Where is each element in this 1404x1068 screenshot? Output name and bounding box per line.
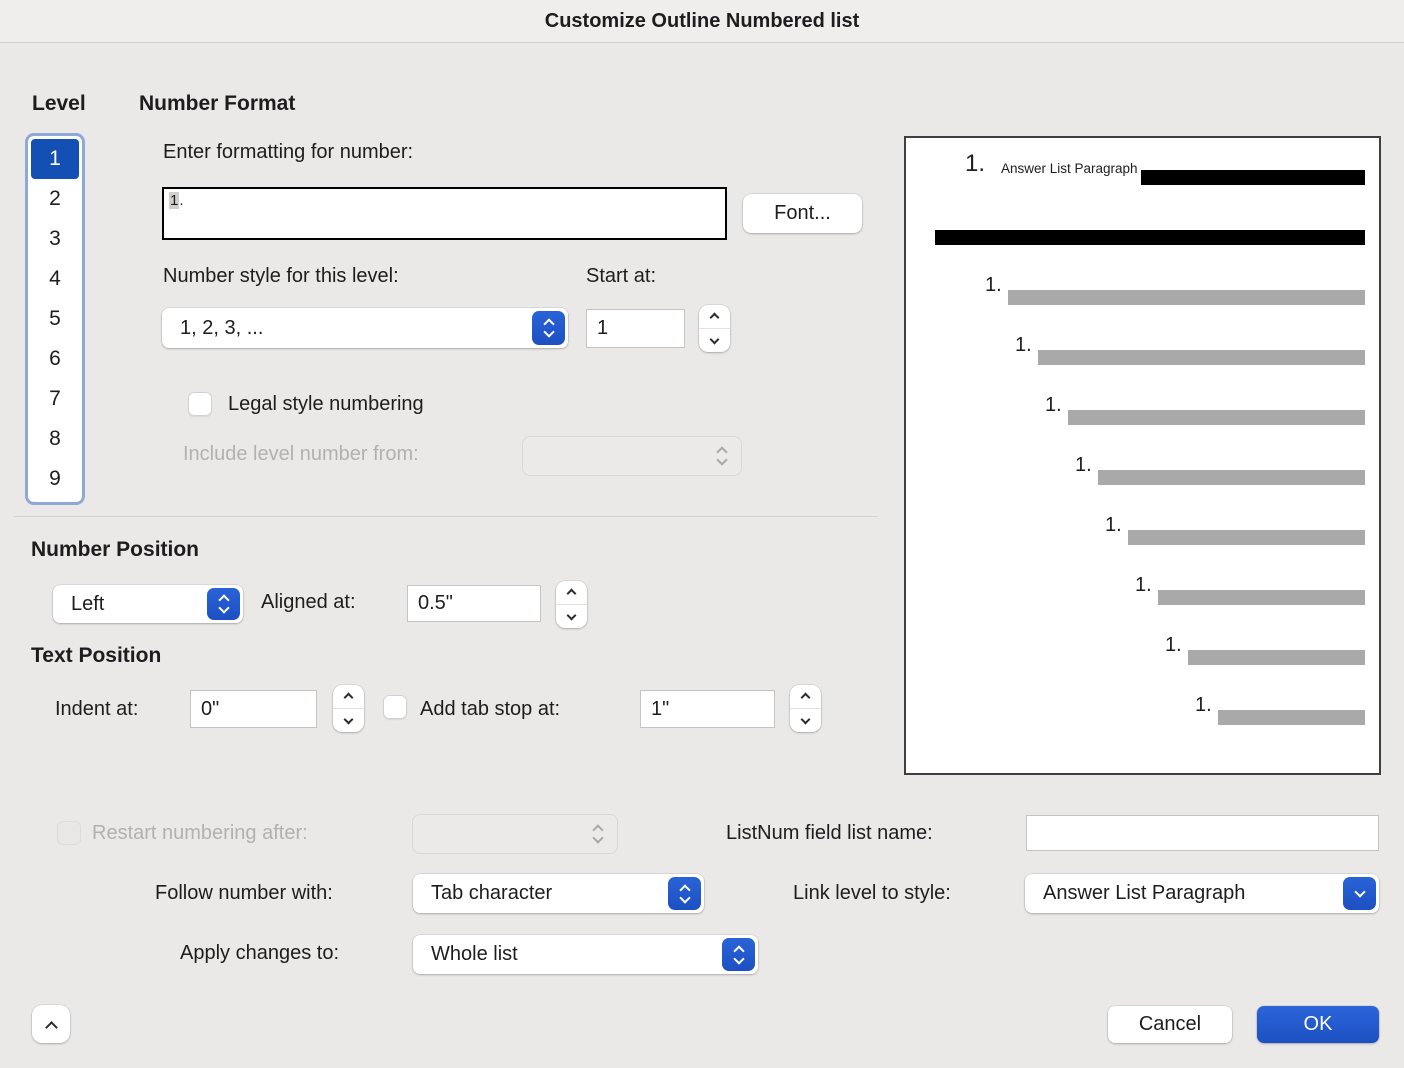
preview-row-number: 1.	[1015, 334, 1032, 357]
number-style-label: Number style for this level:	[163, 265, 399, 288]
apply-changes-value: Whole list	[431, 943, 518, 966]
preview-panel: 1. Answer List Paragraph 1. 1. 1. 1. 1. 1. 1. 1…	[904, 136, 1381, 775]
preview-row-number: 1.	[1135, 574, 1152, 597]
font-button[interactable]: Font...	[743, 194, 862, 233]
add-tab-stop-stepper[interactable]	[790, 685, 821, 732]
preview-row-number: 1.	[1195, 694, 1212, 717]
link-level-value: Answer List Paragraph	[1043, 882, 1245, 905]
follow-number-label: Follow number with:	[155, 882, 333, 905]
preview-row-bar	[1128, 530, 1365, 545]
level-item-9[interactable]: 9	[31, 459, 79, 499]
listnum-input[interactable]	[1026, 815, 1379, 851]
indent-at-stepper[interactable]	[333, 685, 364, 732]
chevron-up-down-icon	[722, 938, 755, 971]
preview-style-name: Answer List Paragraph	[1001, 161, 1138, 176]
follow-number-value: Tab character	[431, 882, 552, 905]
chevron-up-down-icon	[207, 588, 240, 620]
legal-style-checkbox[interactable]	[188, 392, 212, 416]
stepper-up-icon[interactable]	[333, 685, 364, 708]
legal-style-label: Legal style numbering	[228, 393, 424, 416]
level-item-2[interactable]: 2	[31, 179, 79, 219]
enter-formatting-label: Enter formatting for number:	[163, 141, 413, 164]
chevron-down-icon	[1343, 877, 1376, 910]
link-level-label: Link level to style:	[793, 882, 951, 905]
customize-outline-dialog: Customize Outline Numbered list Level Nu…	[0, 0, 1404, 1068]
preview-black-bar	[1141, 170, 1365, 185]
dialog-title: Customize Outline Numbered list	[545, 10, 859, 33]
chevron-up-icon	[45, 1021, 58, 1034]
level-item-7[interactable]: 7	[31, 379, 79, 419]
link-level-select[interactable]: Answer List Paragraph	[1025, 874, 1379, 913]
preview-row-number: 1.	[1045, 394, 1062, 417]
chevron-up-down-icon	[581, 818, 614, 850]
number-style-value: 1, 2, 3, ...	[180, 317, 263, 340]
preview-row-number: 1.	[1105, 514, 1122, 537]
include-level-select	[523, 437, 741, 475]
text-position-heading: Text Position	[31, 644, 161, 668]
stepper-down-icon[interactable]	[699, 329, 730, 352]
number-position-select[interactable]: Left	[53, 585, 243, 623]
listnum-label: ListNum field list name:	[726, 822, 933, 845]
level-item-1[interactable]: 1	[31, 139, 79, 179]
level-item-5[interactable]: 5	[31, 299, 79, 339]
follow-number-select[interactable]: Tab character	[413, 874, 704, 913]
start-at-input[interactable]: 1	[586, 309, 685, 348]
collapse-dialog-button[interactable]	[32, 1005, 70, 1043]
add-tab-stop-checkbox[interactable]	[383, 695, 407, 719]
ok-button[interactable]: OK	[1257, 1006, 1379, 1043]
stepper-down-icon[interactable]	[556, 605, 587, 628]
aligned-at-stepper[interactable]	[556, 581, 587, 628]
preview-row-bar	[1188, 650, 1365, 665]
chevron-up-down-icon	[668, 877, 701, 910]
preview-level1-number: 1.	[965, 150, 985, 178]
format-number-token: 1	[169, 192, 179, 209]
preview-row-bar	[1068, 410, 1365, 425]
level-item-6[interactable]: 6	[31, 339, 79, 379]
level-list: 123456789	[25, 133, 85, 505]
level-heading: Level	[32, 92, 86, 116]
preview-row-number: 1.	[1165, 634, 1182, 657]
level-item-4[interactable]: 4	[31, 259, 79, 299]
chevron-up-down-icon	[705, 440, 738, 472]
include-level-label: Include level number from:	[183, 443, 419, 466]
indent-at-label: Indent at:	[55, 698, 138, 721]
start-at-label: Start at:	[586, 265, 656, 288]
aligned-at-input[interactable]: 0.5"	[407, 585, 541, 622]
restart-numbering-select	[413, 815, 617, 853]
stepper-down-icon[interactable]	[790, 709, 821, 732]
section-divider	[14, 516, 878, 517]
stepper-up-icon[interactable]	[699, 305, 730, 328]
add-tab-stop-input[interactable]: 1"	[640, 690, 775, 728]
preview-black-bar	[935, 230, 1365, 245]
number-format-field[interactable]: 1.	[162, 187, 727, 240]
preview-row-number: 1.	[1075, 454, 1092, 477]
level-item-3[interactable]: 3	[31, 219, 79, 259]
level-item-8[interactable]: 8	[31, 419, 79, 459]
preview-row-bar	[1098, 470, 1365, 485]
chevron-up-down-icon	[532, 311, 565, 345]
apply-changes-select[interactable]: Whole list	[413, 935, 758, 974]
start-at-stepper[interactable]	[699, 305, 730, 352]
format-suffix: .	[179, 192, 183, 209]
number-style-select[interactable]: 1, 2, 3, ...	[162, 308, 568, 348]
number-position-heading: Number Position	[31, 538, 199, 562]
stepper-up-icon[interactable]	[790, 685, 821, 708]
preview-row-bar	[1038, 350, 1365, 365]
preview-row-number: 1.	[985, 274, 1002, 297]
preview-row-bar	[1008, 290, 1365, 305]
preview-row-bar	[1218, 710, 1365, 725]
restart-numbering-checkbox	[57, 821, 81, 845]
stepper-up-icon[interactable]	[556, 581, 587, 604]
number-position-value: Left	[71, 593, 104, 616]
preview-row-bar	[1158, 590, 1365, 605]
cancel-button[interactable]: Cancel	[1108, 1006, 1232, 1043]
restart-numbering-label: Restart numbering after:	[92, 822, 308, 845]
add-tab-stop-label: Add tab stop at:	[420, 698, 560, 721]
dialog-titlebar: Customize Outline Numbered list	[0, 0, 1404, 43]
aligned-at-label: Aligned at:	[261, 591, 356, 614]
indent-at-input[interactable]: 0"	[190, 690, 317, 728]
number-format-heading: Number Format	[139, 92, 295, 116]
stepper-down-icon[interactable]	[333, 709, 364, 732]
apply-changes-label: Apply changes to:	[180, 942, 339, 965]
